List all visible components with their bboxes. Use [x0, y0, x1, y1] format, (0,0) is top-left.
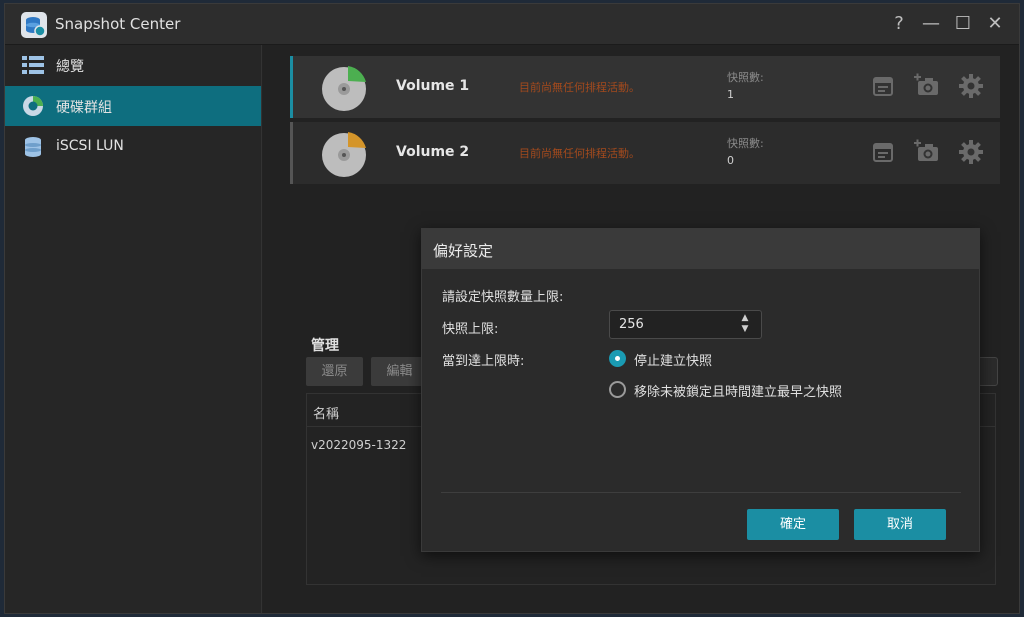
sidebar-item-overview[interactable]: 總覽	[5, 45, 261, 85]
schedule-status: 目前尚無任何排程活動。	[519, 147, 640, 160]
schedule-status: 目前尚無任何排程活動。	[519, 81, 640, 94]
restore-button[interactable]: 還原	[306, 357, 363, 386]
close-button[interactable]: ✕	[983, 12, 1007, 36]
sidebar-item-disk-groups[interactable]: 硬碟群組	[5, 86, 261, 126]
column-header-name[interactable]: 名稱	[313, 403, 339, 422]
radio-label-stop-snapshots[interactable]: 停止建立快照	[634, 350, 712, 369]
volume-row[interactable]: Volume 2 目前尚無任何排程活動。 快照數: 0	[290, 122, 1000, 184]
snapshot-count-value: 0	[727, 154, 734, 167]
volume-row[interactable]: Volume 1 目前尚無任何排程活動。 快照數: 1	[290, 56, 1000, 118]
ok-button[interactable]: 確定	[747, 509, 839, 540]
table-row[interactable]: v2022095-1322	[311, 438, 406, 452]
take-snapshot-camera-icon[interactable]	[914, 139, 940, 165]
dialog-header: 偏好設定	[422, 229, 979, 269]
snapshot-count-label: 快照數:	[727, 71, 764, 84]
edit-button[interactable]: 編輯	[371, 357, 428, 386]
management-title: 管理	[311, 338, 339, 354]
donut-chart-icon	[23, 96, 43, 116]
volume-name: Volume 1	[396, 78, 470, 94]
dialog-title: 偏好設定	[433, 242, 494, 260]
app-logo-icon	[21, 12, 47, 38]
snapshot-limit-value: 256	[619, 317, 644, 332]
take-snapshot-camera-icon[interactable]	[914, 73, 940, 99]
radio-label-remove-oldest[interactable]: 移除未被鎖定且時間建立最早之快照	[634, 381, 842, 400]
title-bar: Snapshot Center ? — ☐ ✕	[5, 4, 1019, 45]
sidebar-item-label: 硬碟群組	[56, 100, 112, 116]
list-icon	[22, 56, 44, 74]
sidebar-item-label: iSCSI LUN	[56, 138, 124, 154]
selection-marker	[290, 122, 293, 184]
app-title: Snapshot Center	[55, 15, 181, 33]
when-limit-reached-label: 當到達上限時:	[442, 354, 525, 369]
help-button[interactable]: ?	[887, 12, 911, 36]
settings-gear-icon[interactable]	[958, 73, 984, 99]
search-box[interactable]	[978, 357, 998, 386]
schedule-calendar-icon[interactable]	[870, 73, 896, 99]
radio-remove-oldest[interactable]	[609, 381, 626, 398]
sidebar: 總覽 硬碟群組 iSCSI LUN	[5, 45, 262, 613]
cancel-button[interactable]: 取消	[854, 509, 946, 540]
disk-usage-icon	[322, 66, 366, 111]
schedule-calendar-icon[interactable]	[870, 139, 896, 165]
volume-name: Volume 2	[396, 144, 470, 160]
radio-stop-snapshots[interactable]	[609, 350, 626, 367]
dialog-prompt: 請設定快照數量上限:	[442, 290, 564, 305]
sidebar-item-iscsi-lun[interactable]: iSCSI LUN	[5, 127, 261, 167]
snapshot-limit-label: 快照上限:	[442, 322, 499, 337]
sidebar-item-label: 總覽	[56, 59, 84, 75]
snapshot-count-value: 1	[727, 88, 734, 101]
minimize-button[interactable]: —	[919, 12, 943, 36]
selection-marker	[290, 56, 293, 118]
snapshot-count-label: 快照數:	[727, 137, 764, 150]
maximize-button[interactable]: ☐	[951, 12, 975, 36]
settings-gear-icon[interactable]	[958, 139, 984, 165]
dialog-divider	[441, 492, 961, 493]
snapshot-limit-stepper[interactable]: 256 ▲ ▼	[609, 310, 762, 339]
table-cell-name: v2022095-1322	[311, 438, 407, 452]
preferences-dialog: 偏好設定 請設定快照數量上限: 快照上限: 256 ▲ ▼ 當到達上限時: 停止建…	[421, 228, 980, 552]
disk-usage-icon	[322, 132, 366, 177]
stepper-arrows-icon[interactable]: ▲ ▼	[739, 313, 751, 337]
database-icon	[25, 137, 41, 157]
